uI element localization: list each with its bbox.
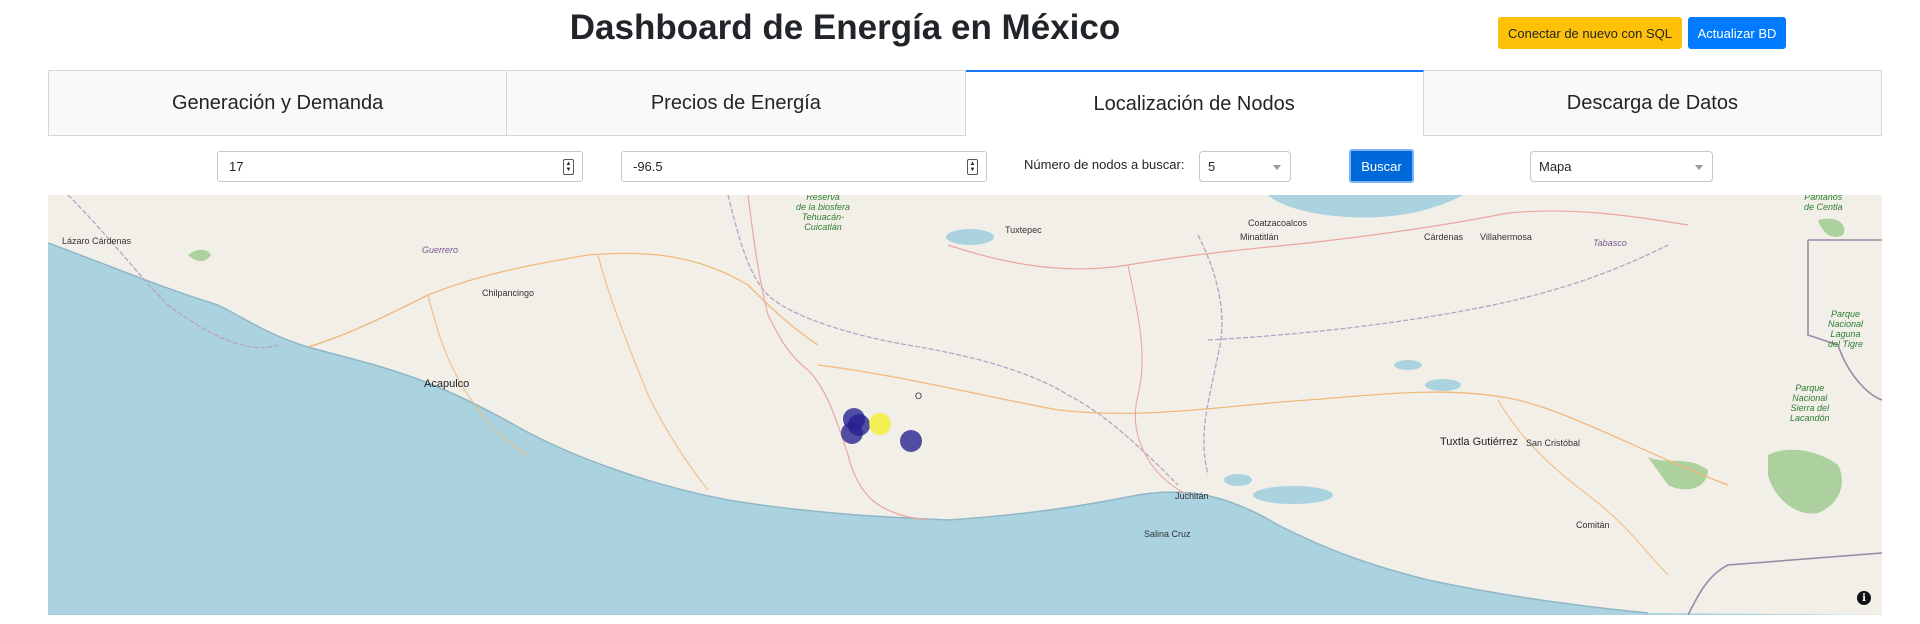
stepper-icon[interactable]: ▲ ▼ (967, 159, 978, 175)
gulf-of-mexico (1268, 195, 1463, 218)
map-label-minatitlan: Minatitlán (1240, 232, 1279, 242)
map-label-chilpancingo: Chilpancingo (482, 288, 535, 298)
tab-precios-energia[interactable]: Precios de Energía (507, 70, 966, 136)
info-icon[interactable]: i (1857, 591, 1871, 605)
map-label-juchitan: Juchitán (1175, 491, 1209, 501)
node-marker[interactable] (900, 430, 923, 452)
longitude-value: -96.5 (633, 159, 663, 174)
node-marker[interactable] (841, 421, 864, 444)
search-button[interactable]: Buscar (1349, 149, 1414, 183)
map-label-acapulco: Acapulco (424, 378, 470, 390)
map-label-laguna-tigre: Parque Nacional Laguna del Tigre (1828, 309, 1864, 349)
map-label-salina-cruz: Salina Cruz (1144, 529, 1191, 539)
map-label-san-cristobal: San Cristóbal (1526, 438, 1581, 448)
pacific-ocean (48, 243, 1882, 615)
tab-bar: Generación y Demanda Precios de Energía … (48, 70, 1882, 136)
nodes-count-value: 5 (1208, 159, 1216, 174)
map-label-sierra-lacandon: Parque Nacional Sierra del Lacandón (1790, 383, 1830, 423)
longitude-input[interactable]: -96.5 ▲ ▼ (621, 151, 987, 182)
nodes-count-label: Número de nodos a buscar: (1024, 157, 1185, 172)
map-label-coatzacoalcos: Coatzacoalcos (1248, 218, 1308, 228)
map-label-tuxtepec: Tuxtepec (1005, 225, 1042, 235)
chevron-down-icon (1273, 165, 1281, 170)
view-select[interactable]: Mapa (1530, 151, 1713, 182)
map-label-pantanos-centla: Pantanos de Centla (1804, 195, 1843, 212)
tab-descarga-datos[interactable]: Descarga de Datos (1423, 70, 1882, 136)
view-select-value: Mapa (1539, 159, 1572, 174)
tab-localizacion-nodos[interactable]: Localización de Nodos (965, 70, 1424, 136)
map-label-guerrero: Guerrero (422, 245, 459, 255)
map-tiles (48, 195, 1882, 615)
connect-sql-button[interactable]: Conectar de nuevo con SQL (1498, 17, 1682, 49)
node-map[interactable]: Lázaro Cárdenas Guerrero Chilpancingo Ac… (48, 195, 1882, 615)
map-label-oaxaca: O (915, 391, 923, 401)
nodes-count-select[interactable]: 5 (1199, 151, 1291, 182)
map-label-comitan: Comitán (1576, 520, 1610, 530)
stepper-icon[interactable]: ▲ ▼ (563, 159, 574, 175)
latitude-value: 17 (229, 159, 244, 174)
map-label-reserva-tehuacan: Reserva de la biosfera Tehuacán- Cuicatl… (796, 195, 851, 232)
page-title: Dashboard de Energía en México (569, 8, 1121, 47)
map-label-tuxtla-gutierrez: Tuxtla Gutiérrez (1440, 436, 1518, 448)
map-label-tabasco: Tabasco (1593, 238, 1627, 248)
update-db-button[interactable]: Actualizar BD (1688, 17, 1786, 49)
tab-generacion-demanda[interactable]: Generación y Demanda (48, 70, 508, 136)
map-label-villahermosa: Villahermosa (1480, 232, 1532, 242)
chevron-down-icon (1695, 165, 1703, 170)
map-label-lazaro-cardenas: Lázaro Cárdenas (62, 236, 132, 246)
map-label-cardenas: Cárdenas (1424, 232, 1464, 242)
latitude-input[interactable]: 17 ▲ ▼ (217, 151, 583, 182)
